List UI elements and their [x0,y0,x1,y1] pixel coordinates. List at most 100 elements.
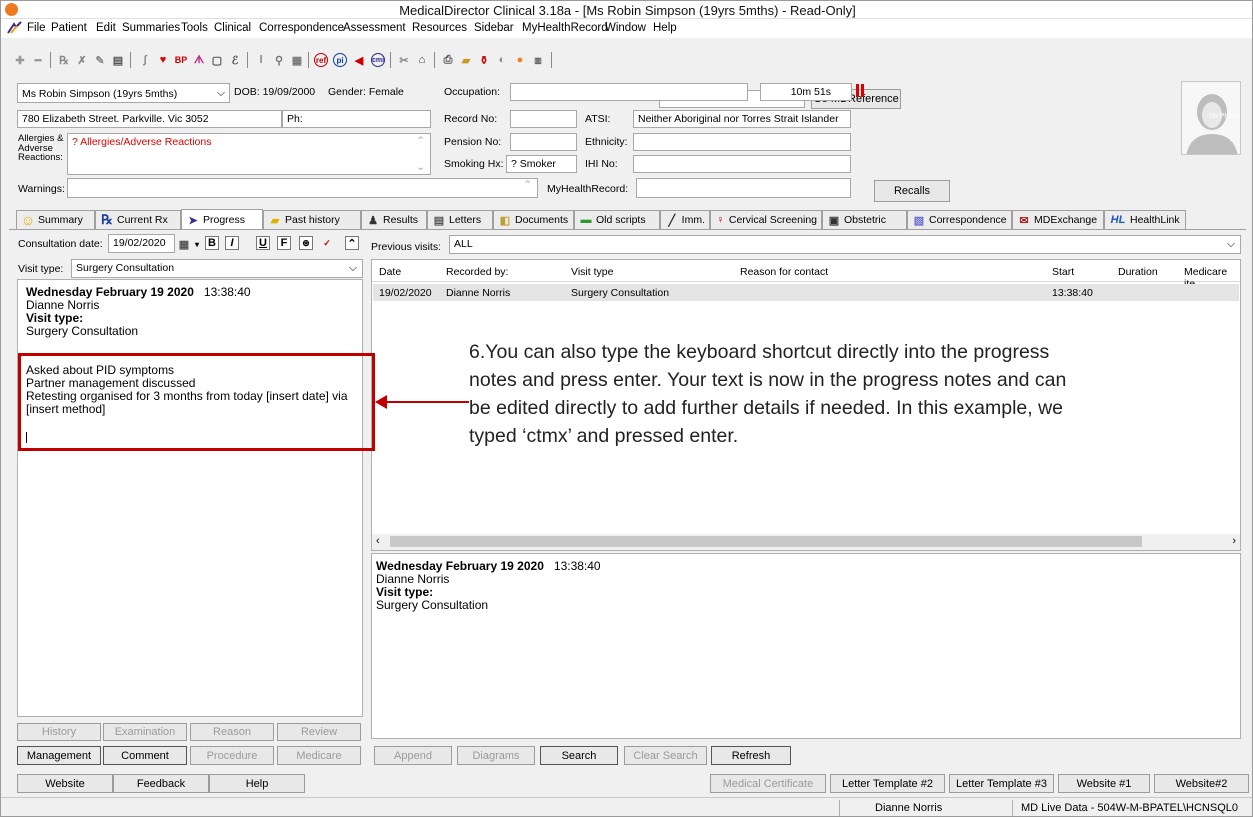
medical-certificate-button[interactable]: Medical Certificate [710,774,826,793]
search-button[interactable]: Search [540,746,618,765]
menu-sidebar[interactable]: Sidebar [474,22,514,34]
insert-icon[interactable]: ⊛ [299,236,313,250]
append-button[interactable]: Append [374,746,452,765]
col-reason[interactable]: Reason for contact [740,266,828,278]
pi-icon[interactable]: pi [333,53,347,67]
patient-select[interactable]: Ms Robin Simpson (19yrs 5mths) ⌵ [17,83,230,103]
col-start[interactable]: Start [1052,266,1074,278]
spellcheck-icon[interactable]: ✓ [320,236,334,250]
menu-window[interactable]: Window [605,22,646,34]
letter-template-3-button[interactable]: Letter Template #3 [949,774,1054,793]
allergies-field[interactable]: ? Allergies/Adverse Reactions ⌃ ⌄ [67,133,431,175]
menu-file[interactable]: File [27,22,46,34]
tab-correspondence[interactable]: ▧ Correspondence [907,210,1012,229]
menu-assessment[interactable]: Assessment [343,22,406,34]
reason-button[interactable]: Reason [190,723,274,741]
bold-icon[interactable]: B [205,236,219,250]
menu-myhealthrecord[interactable]: MyHealthRecord [522,22,608,34]
menu-correspondence[interactable]: Correspondence [259,22,344,34]
tools2-icon[interactable]: ✂ [397,53,411,67]
help-button[interactable]: Help [209,774,305,793]
tab-imm[interactable]: ╱ Imm. [660,210,710,229]
feedback-button[interactable]: Feedback [113,774,209,793]
menu-tools[interactable]: Tools [181,22,208,34]
consultation-date-field[interactable]: 19/02/2020 [108,234,175,253]
tab-past-history[interactable]: ▰ Past history [263,210,361,229]
tab-obstetric[interactable]: ▣ Obstetric [822,210,907,229]
sms-icon[interactable]: ▥ [531,53,545,67]
underline-icon[interactable]: U [256,236,270,250]
bp-icon[interactable]: BP [174,53,188,67]
col-recorded-by[interactable]: Recorded by: [446,266,508,278]
col-duration[interactable]: Duration [1118,266,1158,278]
pin-icon[interactable]: ✗ [75,53,89,67]
warnings-scroll-icon[interactable]: ⌃ [523,179,532,191]
ear-icon[interactable]: ℰ [228,53,242,67]
menu-clinical[interactable]: Clinical [214,22,251,34]
ref-icon[interactable]: ref [314,53,328,67]
tab-cervical-screening[interactable]: ♀ Cervical Screening [710,210,822,229]
visit-type-select[interactable]: Surgery Consultation ⌵ [71,259,363,278]
recalls-button[interactable]: Recalls [874,180,950,202]
warnings-field[interactable]: ⌃ [67,178,538,198]
review-button[interactable]: Review [277,723,361,741]
menu-patient[interactable]: Patient [51,22,87,34]
examination-button[interactable]: Examination [103,723,187,741]
tab-summary[interactable]: ☺ Summary [16,210,95,229]
comment-button[interactable]: Comment [103,746,187,765]
clear-search-button[interactable]: Clear Search [624,746,707,765]
stethoscope-icon[interactable]: ∫ [138,53,152,67]
tab-old-scripts[interactable]: ▬ Old scripts [574,210,660,229]
graduate-icon[interactable]: ⌂ [415,53,429,67]
tab-documents[interactable]: ◧ Documents [493,210,574,229]
col-visit-type[interactable]: Visit type [571,266,613,278]
scroll-right-icon[interactable]: › [1232,535,1236,547]
remove-icon[interactable]: ━ [31,53,45,67]
letter-template-2-button[interactable]: Letter Template #2 [830,774,945,793]
orange-circle-icon[interactable]: ● [513,53,527,67]
tab-progress[interactable]: ➤ Progress [181,209,263,230]
scroll-thumb[interactable] [390,536,1142,547]
refresh-button[interactable]: Refresh [711,746,791,765]
tools-icon[interactable]: ⚲ [272,53,286,67]
globe-icon[interactable]: ◐ [495,53,509,67]
website-2-button[interactable]: Website#2 [1154,774,1249,793]
heart-icon[interactable]: ♥ [156,53,170,67]
open-folder-icon[interactable]: ▰ [459,53,473,67]
horizontal-scrollbar[interactable]: ‹ › [372,534,1240,550]
tab-results[interactable]: ♟ Results [361,210,427,229]
management-button[interactable]: Management [17,746,101,765]
lungs-icon[interactable]: ᗑ [192,53,206,67]
scroll-up-icon[interactable]: ⌃ [416,135,425,147]
italic-icon[interactable]: I [225,236,239,250]
clipboard-icon[interactable]: ▢ [210,53,224,67]
website-1-button[interactable]: Website #1 [1058,774,1150,793]
occupation-field[interactable] [510,83,748,101]
collapse-up-icon[interactable]: ⌃ [345,236,359,250]
tab-mdexchange[interactable]: ✉ MDExchange [1012,210,1104,229]
calendar-icon[interactable]: ▦ [177,237,191,251]
procedure-button[interactable]: Procedure [190,746,274,765]
calendar-dropdown-icon[interactable]: ▾ [190,237,204,251]
diagrams-button[interactable]: Diagrams [457,746,535,765]
pause-icon[interactable] [852,84,868,100]
menu-help[interactable]: Help [653,22,677,34]
book-icon[interactable]: ▤ [111,53,125,67]
menu-resources[interactable]: Resources [412,22,467,34]
chart-icon[interactable]: ▦ [290,53,304,67]
history-button[interactable]: History [17,723,101,741]
medicare-button[interactable]: Medicare [277,746,361,765]
font-icon[interactable]: F [277,236,291,250]
website-button[interactable]: Website [17,774,113,793]
cmi-icon[interactable]: cmi [371,53,385,67]
tab-letters[interactable]: ▤ Letters [427,210,493,229]
print-icon[interactable]: ⎙ [441,53,455,67]
needle-icon[interactable]: ǀ [254,53,268,67]
tab-current-rx[interactable]: ℞ Current Rx [95,210,181,229]
scroll-down-icon[interactable]: ⌄ [416,161,425,173]
previous-visits-filter[interactable]: ALL ⌵ [449,235,1241,254]
progress-note-editor[interactable]: Wednesday February 19 2020 13:38:40 Dian… [17,279,363,717]
add-icon[interactable]: ✚ [13,53,27,67]
tab-healthlink[interactable]: HL HealthLink [1104,210,1186,229]
rx-toolbar-icon[interactable]: ℞ [57,53,71,67]
